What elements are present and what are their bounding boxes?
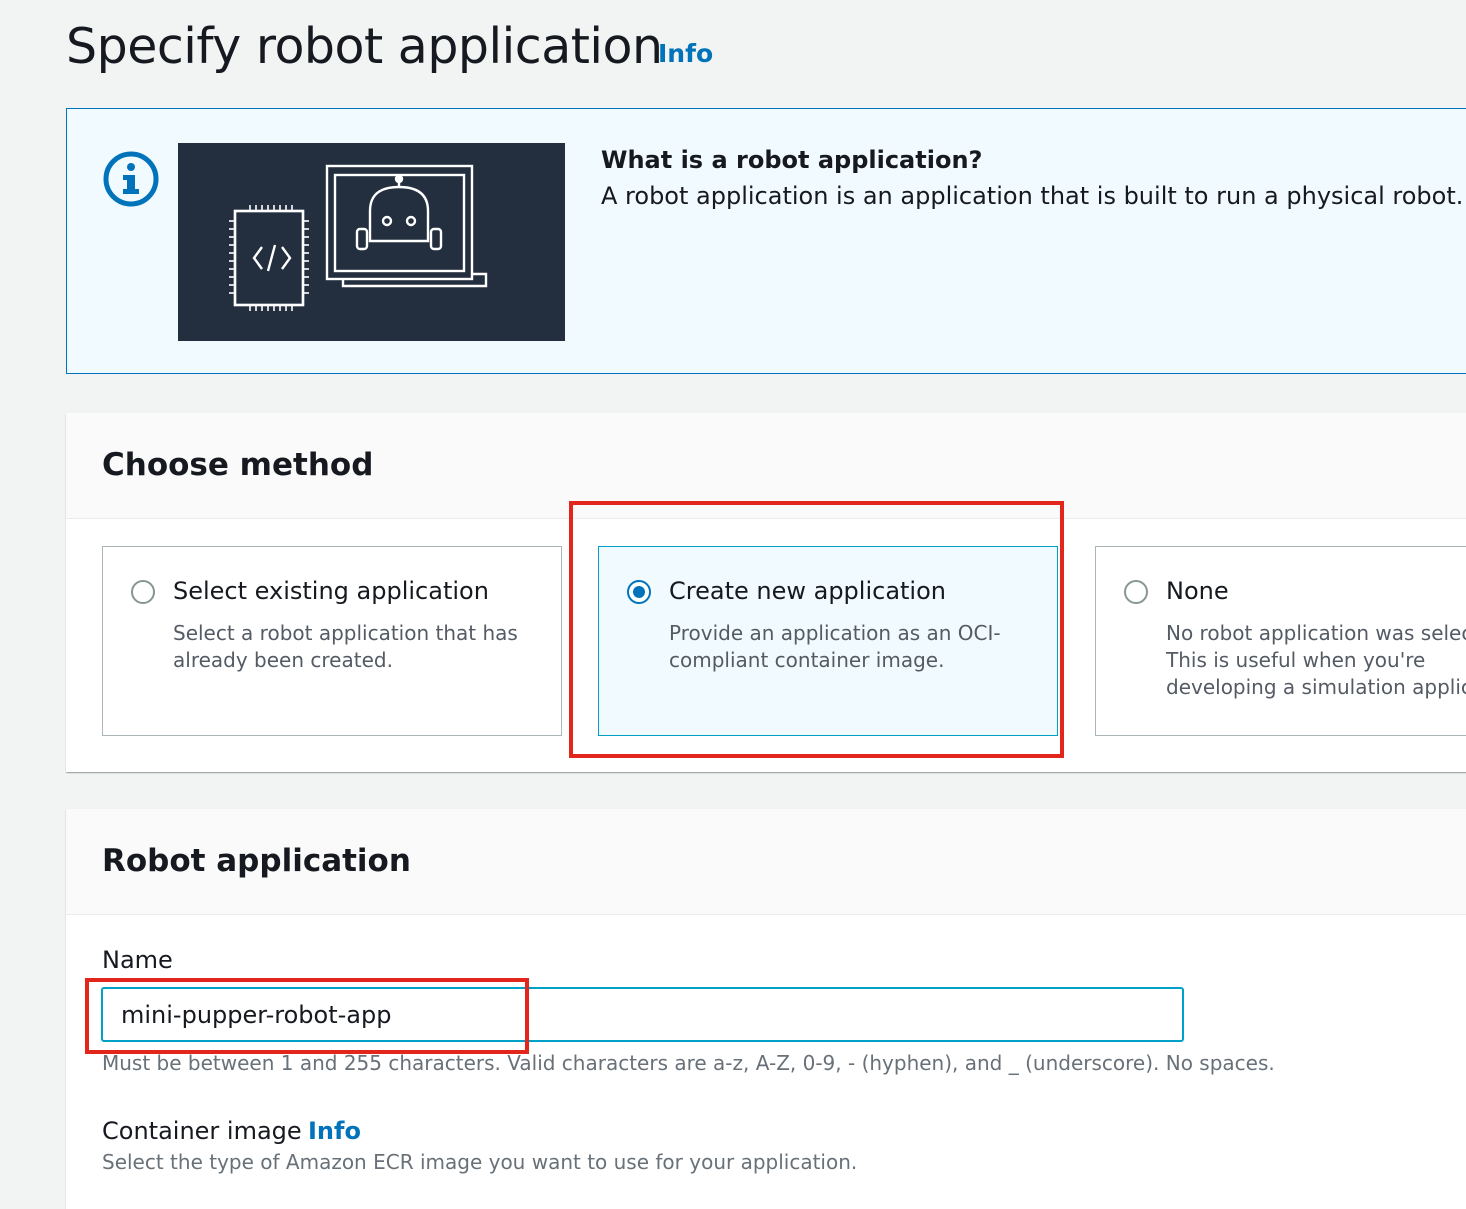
radio-create-new[interactable] — [627, 580, 651, 604]
page-title: Specify robot application — [66, 18, 663, 75]
option-description: No robot application was selec This is u… — [1166, 620, 1466, 701]
container-image-description: Select the type of Amazon ECR image you … — [102, 1150, 858, 1174]
option-description-line: compliant container image. — [669, 648, 945, 672]
name-label: Name — [102, 946, 173, 974]
option-description-line: developing a simulation applic — [1166, 675, 1466, 699]
option-label: None — [1166, 577, 1229, 605]
option-description-line: Provide an application as an OCI- — [669, 621, 1001, 645]
option-create-new-application[interactable]: Create new application Provide an applic… — [598, 546, 1058, 736]
radio-none[interactable] — [1124, 580, 1148, 604]
option-label: Select existing application — [173, 577, 489, 605]
option-description-line: already been created. — [173, 648, 393, 672]
option-label: Create new application — [669, 577, 946, 605]
banner-text: A robot application is an application th… — [601, 182, 1464, 210]
container-image-info-link[interactable]: Info — [308, 1117, 361, 1145]
option-description-line: No robot application was selec — [1166, 621, 1466, 645]
radio-select-existing[interactable] — [131, 580, 155, 604]
option-description: Select a robot application that has alre… — [173, 620, 518, 674]
option-description-line: Select a robot application that has — [173, 621, 518, 645]
robot-application-header: Robot application — [66, 809, 1466, 915]
container-image-label: Container image — [102, 1117, 302, 1145]
name-constraint-text: Must be between 1 and 255 characters. Va… — [102, 1051, 1275, 1075]
option-description-line: This is useful when you're — [1166, 648, 1426, 672]
name-input[interactable] — [101, 987, 1184, 1042]
option-description: Provide an application as an OCI- compli… — [669, 620, 1001, 674]
info-circle-icon — [103, 151, 159, 207]
robot-application-illustration — [178, 143, 565, 341]
robot-application-title: Robot application — [102, 843, 411, 879]
option-none[interactable]: None No robot application was selec This… — [1095, 546, 1466, 736]
title-info-link[interactable]: Info — [658, 39, 713, 68]
choose-method-header: Choose method — [66, 413, 1466, 519]
choose-method-title: Choose method — [102, 447, 374, 483]
banner-heading: What is a robot application? — [601, 146, 983, 174]
option-select-existing-application[interactable]: Select existing application Select a rob… — [102, 546, 562, 736]
